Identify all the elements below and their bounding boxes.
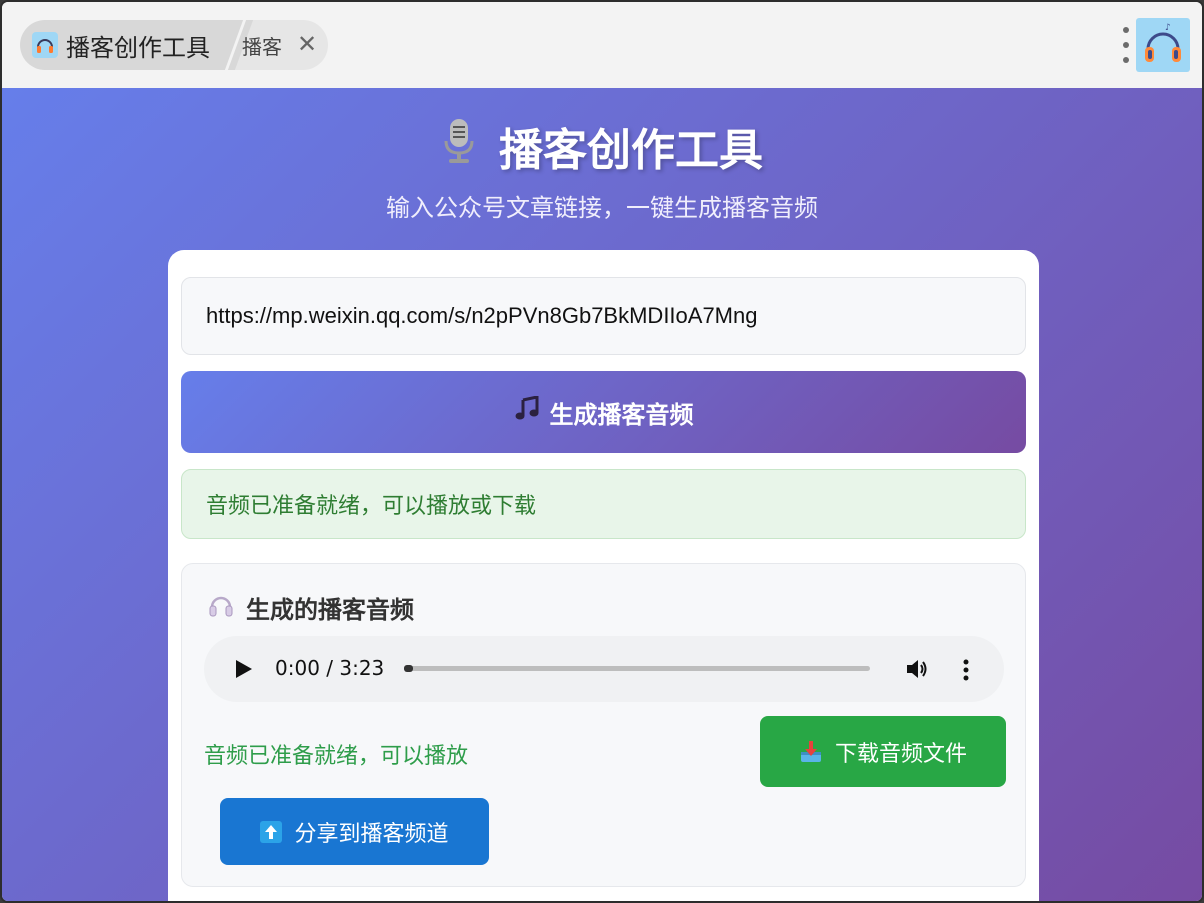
tab-title: 播客创作工具 <box>66 33 210 62</box>
download-button[interactable]: 下载音频文件 <box>760 716 1006 787</box>
audio-panel-title: 生成的播客音频 <box>208 590 414 625</box>
headphones-app-icon[interactable]: ♪ <box>1136 18 1190 72</box>
page-title-text: 播客创作工具 <box>499 125 763 176</box>
kebab-dot <box>1123 57 1129 63</box>
music-note-icon <box>514 395 540 428</box>
title-bar: 播客创作工具 播客 ✕ ♪ <box>2 2 1202 88</box>
microphone-icon <box>441 117 477 176</box>
share-button[interactable]: 分享到播客频道 <box>220 798 489 865</box>
more-menu-icon[interactable] <box>1116 27 1136 63</box>
article-url-input[interactable]: https://mp.weixin.qq.com/s/n2pPVn8Gb7BkM… <box>181 277 1026 355</box>
upload-arrow-icon <box>260 820 283 843</box>
headphones-icon <box>208 592 234 624</box>
headphones-app-icon <box>32 32 58 58</box>
generate-button-label: 生成播客音频 <box>549 400 694 429</box>
audio-player: 0:00 / 3:23 <box>204 636 1004 702</box>
download-tray-icon <box>799 740 823 764</box>
download-button-label: 下载音频文件 <box>834 741 967 767</box>
main-card: https://mp.weixin.qq.com/s/n2pPVn8Gb7BkM… <box>168 250 1039 901</box>
main-area: 播客创作工具 输入公众号文章链接，一键生成播客音频 https://mp.wei… <box>2 88 1202 901</box>
playback-time: 0:00 / 3:23 <box>275 656 385 680</box>
audio-panel-title-text: 生成的播客音频 <box>246 596 414 624</box>
kebab-dot <box>1123 42 1129 48</box>
ready-text: 音频已准备就绪，可以播放 <box>204 744 469 769</box>
more-options-icon[interactable] <box>962 658 970 686</box>
close-icon[interactable]: ✕ <box>296 32 318 56</box>
kebab-dot <box>1123 27 1129 33</box>
volume-icon[interactable] <box>904 656 930 686</box>
seek-bar[interactable] <box>404 665 870 672</box>
generate-button[interactable]: 生成播客音频 <box>181 371 1026 453</box>
play-icon[interactable] <box>236 660 252 678</box>
share-button-label: 分享到播客频道 <box>294 821 449 847</box>
tab-group: 播客创作工具 播客 ✕ <box>20 20 328 70</box>
audio-panel: 生成的播客音频 0:00 / 3:23 音频已准备就绪，可以播放 下载音频文件 … <box>181 563 1026 887</box>
tab-app[interactable]: 播客创作工具 <box>20 20 232 70</box>
svg-text:♪: ♪ <box>1165 23 1171 33</box>
seek-bar-fill <box>404 665 414 672</box>
app-window: 播客创作工具 播客 ✕ ♪ 播客创作工具 输入公众号文章链接，一键生成播客音频 … <box>0 0 1204 903</box>
page-title: 播客创作工具 <box>2 114 1202 178</box>
status-message: 音频已准备就绪，可以播放或下载 <box>181 469 1026 539</box>
tab-subtitle[interactable]: 播客 <box>242 20 282 70</box>
page-subtitle: 输入公众号文章链接，一键生成播客音频 <box>386 194 818 222</box>
